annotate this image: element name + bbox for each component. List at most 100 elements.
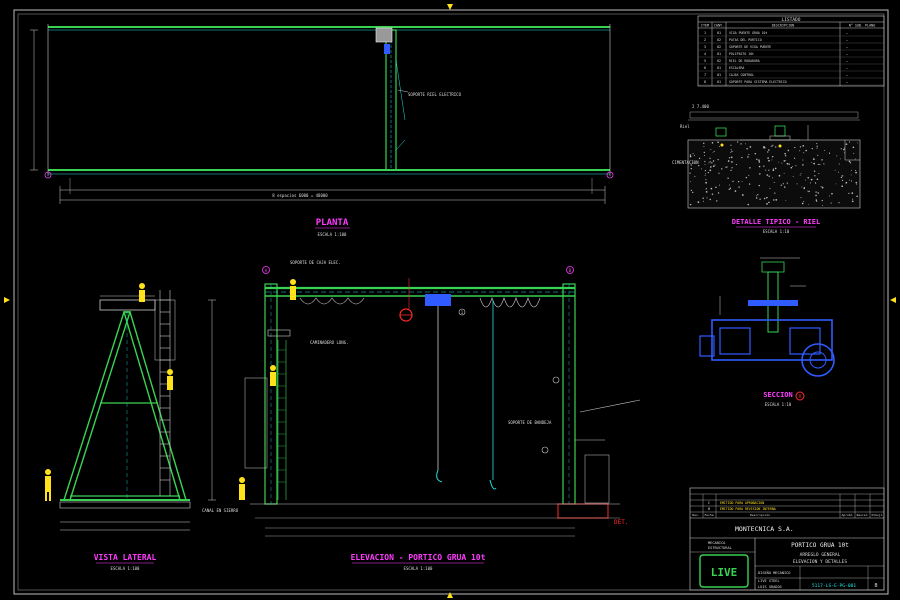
concrete-speckle xyxy=(768,159,770,162)
concrete-speckle xyxy=(689,172,691,174)
concrete-speckle xyxy=(821,186,824,189)
parts-cell-qty: 01 xyxy=(717,66,721,70)
concrete-speckle xyxy=(786,162,789,165)
concrete-speckle xyxy=(755,197,758,199)
concrete-speckle xyxy=(838,163,840,165)
concrete-speckle xyxy=(823,150,825,152)
concrete-speckle xyxy=(782,183,784,185)
parts-cell-qty: 02 xyxy=(717,45,721,49)
concrete-speckle xyxy=(689,203,692,206)
concrete-speckle xyxy=(831,192,833,195)
revision-letter-cell: B xyxy=(708,507,710,511)
concrete-speckle xyxy=(787,149,790,152)
concrete-speckle xyxy=(840,158,841,160)
revision-header-cell: Descripción xyxy=(750,513,770,517)
concrete-speckle xyxy=(788,163,790,165)
revision-header-cell: Revisó xyxy=(857,513,868,517)
concrete-speckle xyxy=(763,197,766,200)
concrete-speckle xyxy=(704,164,706,166)
concrete-speckle xyxy=(741,180,743,182)
concrete-speckle xyxy=(705,181,707,184)
concrete-speckle xyxy=(850,174,852,176)
concrete-speckle xyxy=(772,169,775,172)
concrete-speckle xyxy=(855,183,857,185)
concrete-speckle xyxy=(721,168,723,170)
concrete-speckle xyxy=(730,152,732,154)
concrete-speckle xyxy=(709,198,711,201)
concrete-speckle xyxy=(781,162,783,164)
concrete-speckle xyxy=(809,182,811,184)
concrete-speckle xyxy=(786,182,788,184)
concrete-speckle xyxy=(712,160,715,162)
concrete-speckle xyxy=(698,157,701,160)
concrete-speckle xyxy=(841,179,844,181)
concrete-speckle xyxy=(792,166,793,168)
parts-header-cell: CANT. xyxy=(714,24,724,28)
concrete-speckle xyxy=(778,161,780,163)
concrete-speckle xyxy=(835,183,837,185)
concrete-speckle xyxy=(848,160,851,163)
parts-cell-desc: CAJAS CONTROL xyxy=(729,73,754,77)
concrete-speckle xyxy=(793,157,796,159)
concrete-speckle xyxy=(821,199,823,202)
revision-desc-cell: EMITIDO PARA APROBACION xyxy=(720,501,764,505)
detalle-riel-scale: ESCALA 1:10 xyxy=(763,229,790,234)
seccion-marker: X xyxy=(798,394,801,400)
concrete-speckle xyxy=(754,153,757,155)
concrete-speckle xyxy=(820,185,822,187)
concrete-speckle xyxy=(708,162,710,164)
det-cimentacion-text: CIMENTACION xyxy=(672,160,699,165)
concrete-speckle xyxy=(843,148,845,151)
concrete-speckle xyxy=(817,192,820,194)
concrete-speckle xyxy=(828,152,831,154)
concrete-speckle xyxy=(795,165,797,167)
concrete-speckle xyxy=(727,177,729,179)
concrete-speckle xyxy=(808,204,809,206)
concrete-speckle xyxy=(830,202,832,204)
concrete-speckle xyxy=(773,199,775,201)
concrete-speckle xyxy=(848,192,850,194)
concrete-speckle xyxy=(801,202,804,205)
concrete-speckle xyxy=(692,192,693,194)
concrete-speckle xyxy=(719,146,721,147)
concrete-speckle xyxy=(813,162,815,165)
concrete-speckle xyxy=(766,203,768,205)
revision-letter-cell: C xyxy=(708,501,710,505)
concrete-speckle xyxy=(697,201,700,203)
parts-header-cell: ITEM xyxy=(701,24,709,28)
concrete-speckle xyxy=(849,141,851,143)
concrete-speckle xyxy=(713,150,715,152)
concrete-speckle xyxy=(705,188,708,190)
parts-cell-desc: SOPORTE PARA SISTEMA ELECTRICO xyxy=(729,80,787,84)
concrete-speckle xyxy=(714,164,716,166)
concrete-speckle xyxy=(727,166,728,168)
project-title: PORTICO GRUA 10t xyxy=(791,542,849,549)
concrete-speckle xyxy=(690,189,693,192)
concrete-speckle xyxy=(842,175,844,177)
concrete-speckle xyxy=(816,145,818,147)
parts-cell-desc: RIEL DE RODADURA xyxy=(729,59,760,63)
concrete-speckle xyxy=(813,170,816,172)
revision-letter: B xyxy=(874,583,877,589)
concrete-speckle xyxy=(730,144,732,146)
concrete-speckle xyxy=(840,176,843,179)
concrete-speckle xyxy=(857,142,859,144)
concrete-speckle xyxy=(730,149,732,151)
concrete-speckle xyxy=(771,156,774,158)
concrete-speckle xyxy=(821,204,823,206)
concrete-speckle xyxy=(730,169,732,172)
concrete-speckle xyxy=(709,161,711,163)
concrete-speckle xyxy=(783,172,785,174)
concrete-speckle xyxy=(807,176,810,179)
concrete-speckle xyxy=(796,183,798,185)
concrete-speckle xyxy=(784,155,787,157)
concrete-speckle xyxy=(850,180,853,182)
concrete-speckle xyxy=(841,185,844,188)
concrete-speckle xyxy=(774,192,776,194)
plan-support-note: SOPORTE RIEL ELECTRICO xyxy=(408,92,462,97)
concrete-speckle xyxy=(852,198,854,200)
concrete-speckle xyxy=(770,145,772,147)
concrete-speckle xyxy=(757,194,759,196)
concrete-speckle xyxy=(701,168,702,170)
concrete-speckle xyxy=(850,169,852,171)
